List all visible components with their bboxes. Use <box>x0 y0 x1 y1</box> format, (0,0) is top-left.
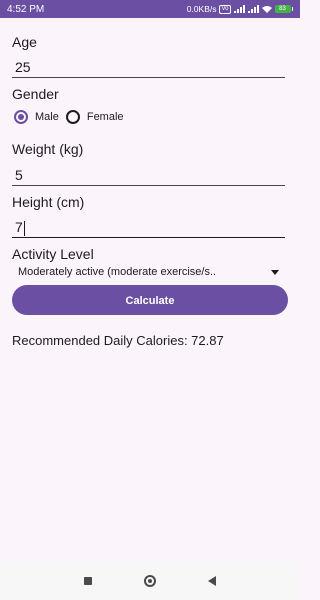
signal-icon-2 <box>247 5 259 13</box>
age-label: Age <box>12 34 37 50</box>
network-speed: 0.0KB/s <box>186 4 217 14</box>
height-input[interactable]: 7 <box>12 216 285 238</box>
height-label: Height (cm) <box>12 194 85 210</box>
activity-level-dropdown[interactable]: Moderately active (moderate exercise/s.. <box>12 262 285 282</box>
male-radio[interactable] <box>14 110 28 124</box>
back-triangle-icon[interactable] <box>208 576 216 586</box>
female-radio[interactable] <box>65 110 80 124</box>
height-value: 7 <box>15 219 23 235</box>
recents-square-icon[interactable] <box>84 577 92 585</box>
weight-label: Weight (kg) <box>12 141 84 157</box>
text-cursor <box>23 220 25 236</box>
status-time: 4:52 PM <box>7 3 45 15</box>
female-radio-label[interactable]: Female <box>87 111 124 123</box>
activity-level-label: Activity Level <box>12 246 94 262</box>
result-text: Recommended Daily Calories: 72.87 <box>12 333 224 348</box>
status-icons: 0.0KB/s Vo 83 <box>187 4 293 14</box>
volte-icon: Vo <box>219 4 231 14</box>
status-bar: 4:52 PM 0.0KB/s Vo 83 <box>0 0 300 18</box>
wifi-icon <box>261 6 272 13</box>
gender-label: Gender <box>12 86 59 102</box>
calculate-button[interactable]: Calculate <box>12 285 288 315</box>
home-circle-icon[interactable] <box>144 575 156 587</box>
activity-level-selected: Moderately active (moderate exercise/s.. <box>18 266 217 278</box>
age-input[interactable]: 25 <box>12 56 285 78</box>
age-value: 25 <box>15 59 31 75</box>
weight-input[interactable]: 5 <box>12 164 285 186</box>
gender-radio-group: Male Female <box>14 110 131 124</box>
male-radio-label[interactable]: Male <box>35 111 59 123</box>
signal-icon <box>233 5 245 13</box>
system-nav-bar <box>0 562 300 600</box>
weight-value: 5 <box>15 167 23 183</box>
battery-level: 83 <box>274 5 291 13</box>
battery-icon: 83 <box>274 5 293 13</box>
dropdown-arrow-icon <box>271 269 279 275</box>
